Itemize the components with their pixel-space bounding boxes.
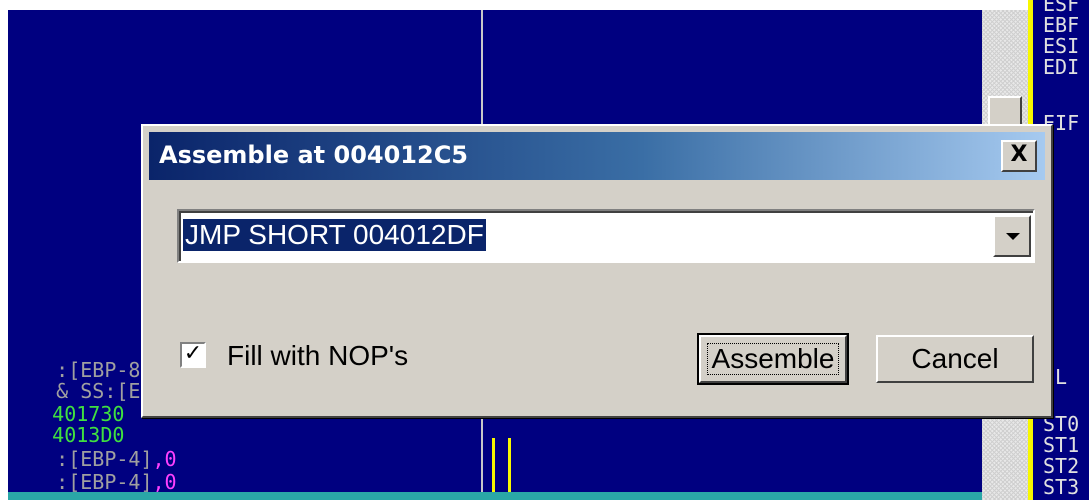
cancel-button-label: Cancel: [911, 343, 999, 374]
close-icon: X: [1010, 142, 1028, 167]
close-button[interactable]: X: [1001, 140, 1037, 172]
cancel-button[interactable]: Cancel: [876, 335, 1034, 383]
jump-marker: [492, 438, 495, 492]
status-strip: [8, 492, 982, 500]
register-label: ST2: [1043, 454, 1080, 478]
dialog-titlebar[interactable]: Assemble at 004012C5 X: [149, 132, 1045, 180]
fill-nops-label[interactable]: Fill with NOP's: [227, 340, 408, 372]
assemble-button[interactable]: Assemble: [697, 333, 849, 385]
assemble-button-label: Assemble: [711, 343, 835, 374]
register-label: ST3: [1043, 475, 1080, 499]
register-label: EDI: [1043, 55, 1080, 79]
fill-nops-checkbox[interactable]: ✓: [180, 342, 206, 368]
dropdown-arrow-icon[interactable]: [993, 215, 1031, 257]
register-label: EBF: [1043, 13, 1080, 37]
instruction-input[interactable]: JMP SHORT 004012DF: [183, 219, 486, 251]
code-suffix: ,0: [152, 470, 177, 494]
assemble-dialog: Assemble at 004012C5 X JMP SHORT 004012D…: [141, 124, 1053, 418]
jump-marker: [508, 438, 511, 492]
checkmark-icon: ✓: [183, 341, 203, 366]
register-label: ST1: [1043, 433, 1080, 457]
code-prefix: :: [56, 470, 69, 494]
assembly-instruction-combobox[interactable]: JMP SHORT 004012DF: [177, 209, 1035, 263]
code-operand: [EBP-4]: [68, 470, 153, 494]
dialog-title: Assemble at 004012C5: [159, 141, 468, 169]
register-label: ESI: [1043, 34, 1080, 58]
